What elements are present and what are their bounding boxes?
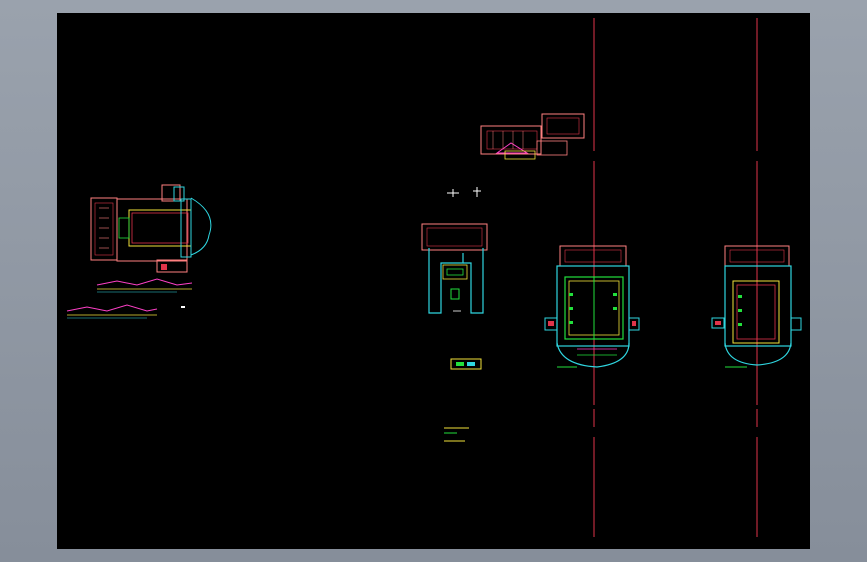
legend-box xyxy=(450,358,482,370)
floor-plan-left[interactable] xyxy=(66,184,212,319)
section-small[interactable] xyxy=(421,223,488,314)
cad-drawing-canvas[interactable] xyxy=(57,13,810,549)
note-lines xyxy=(444,427,469,442)
section-marker xyxy=(447,187,481,197)
cad-drawing-svg xyxy=(66,18,802,537)
floor-plan-center[interactable] xyxy=(544,245,640,368)
roof-plan-top[interactable] xyxy=(480,113,585,160)
